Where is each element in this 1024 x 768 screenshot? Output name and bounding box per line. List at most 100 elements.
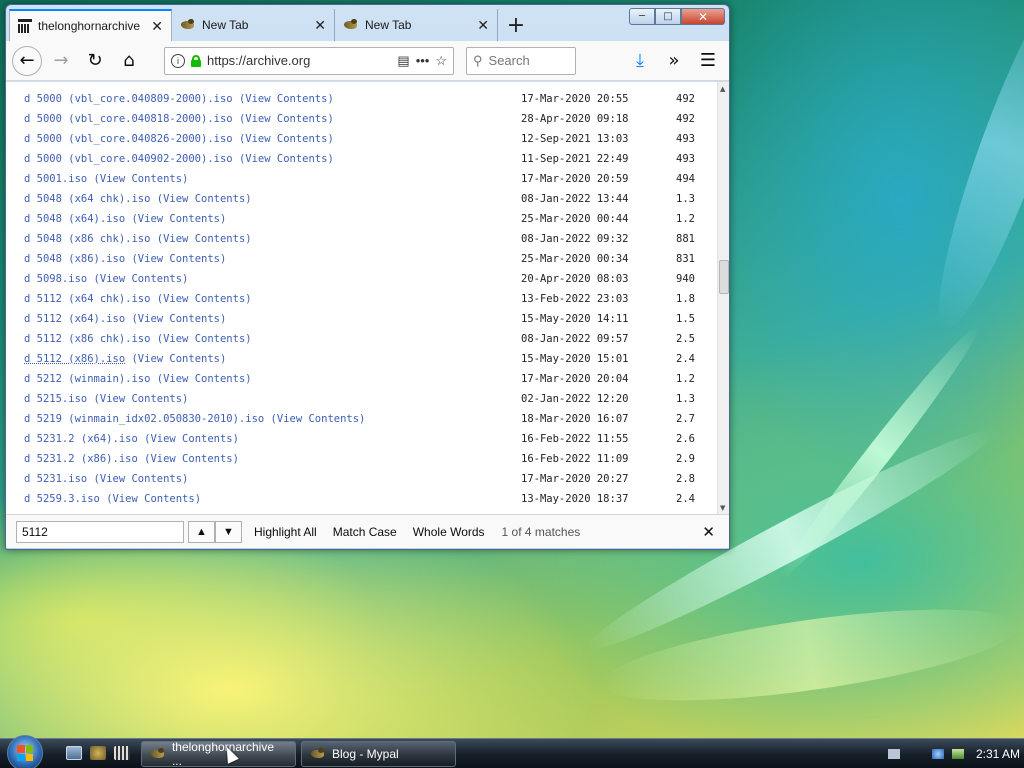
find-status: 1 of 4 matches	[501, 524, 581, 539]
view-contents-link[interactable]: (View Contents)	[94, 393, 189, 405]
find-next-button[interactable]: ▼	[215, 520, 242, 543]
clock[interactable]: 2:31 AM	[976, 747, 1020, 761]
info-icon[interactable]: i	[171, 53, 185, 68]
file-link[interactable]: d 5000 (vbl_core.040809-2000).iso	[24, 93, 233, 105]
file-name-cell: d 5048 (x64 chk).iso (View Contents)	[24, 189, 252, 209]
url-text[interactable]: https://archive.org	[207, 53, 391, 68]
view-contents-link[interactable]: (View Contents)	[157, 233, 252, 245]
file-link[interactable]: d 5048 (x64 chk).iso	[24, 193, 150, 205]
view-contents-link[interactable]: (View Contents)	[157, 373, 252, 385]
view-contents-link[interactable]: (View Contents)	[239, 93, 334, 105]
vertical-scrollbar[interactable]: ▲ ▼	[717, 82, 729, 514]
url-bar[interactable]: i https://archive.org ▤ ••• ☆	[164, 46, 454, 75]
view-contents-link[interactable]: (View Contents)	[239, 153, 334, 165]
keyboard-icon[interactable]	[888, 749, 900, 759]
view-contents-link[interactable]: (View Contents)	[94, 173, 189, 185]
view-contents-link[interactable]: (View Contents)	[271, 413, 366, 425]
file-link[interactable]: d 5000 (vbl_core.040818-2000).iso	[24, 113, 233, 125]
forward-button[interactable]: →	[46, 46, 76, 76]
volume-icon[interactable]	[952, 749, 964, 759]
table-row: d 5259.3.iso (View Contents) 13-May-2020 …	[24, 489, 714, 509]
view-contents-link[interactable]: (View Contents)	[157, 193, 252, 205]
wallpaper-streak	[916, 0, 1024, 339]
view-contents-link[interactable]: (View Contents)	[131, 253, 226, 265]
taskbar-task-thelonghornarchive[interactable]: thelonghornarchive ...	[141, 740, 296, 768]
view-contents-link[interactable]: (View Contents)	[239, 113, 334, 125]
date-cell: 17-Mar-2020 20:27	[521, 473, 629, 485]
view-contents-link[interactable]: (View Contents)	[144, 433, 239, 445]
match-case-toggle[interactable]: Match Case	[333, 525, 397, 539]
mypal-quicklaunch-icon[interactable]	[90, 746, 106, 760]
file-link[interactable]: d 5098.iso	[24, 273, 87, 285]
close-tab-icon[interactable]: ✕	[151, 18, 163, 35]
file-link[interactable]: d 5112 (x64).iso	[24, 313, 125, 325]
close-find-bar-icon[interactable]: ✕	[702, 523, 715, 541]
whole-words-toggle[interactable]: Whole Words	[413, 525, 485, 539]
file-link[interactable]: d 5231.2 (x64).iso	[24, 433, 138, 445]
search-input[interactable]: ⚲ Search	[466, 46, 576, 75]
highlight-all-toggle[interactable]: Highlight All	[254, 525, 317, 539]
file-link[interactable]: d 5000 (vbl_core.040826-2000).iso	[24, 133, 233, 145]
size-cell: 940	[676, 273, 695, 285]
view-contents-link[interactable]: (View Contents)	[157, 333, 252, 345]
file-link[interactable]: d 5259.3.iso	[24, 493, 100, 505]
show-desktop-icon[interactable]	[66, 746, 82, 760]
file-link[interactable]: d 5048 (x86 chk).iso	[24, 233, 150, 245]
overflow-chevron-icon[interactable]: »	[659, 46, 689, 76]
view-contents-link[interactable]: (View Contents)	[94, 273, 189, 285]
close-tab-icon[interactable]: ✕	[477, 17, 489, 34]
find-input[interactable]: 5112	[16, 520, 184, 543]
lock-icon[interactable]	[191, 54, 201, 67]
file-link[interactable]: d 5048 (x86).iso	[24, 253, 125, 265]
new-tab-button[interactable]: +	[498, 9, 534, 41]
find-previous-button[interactable]: ▲	[188, 520, 215, 543]
file-link[interactable]: d 5231.iso	[24, 473, 87, 485]
bookmark-star-icon[interactable]: ☆	[435, 53, 447, 69]
view-contents-link[interactable]: (View Contents)	[94, 473, 189, 485]
file-link[interactable]: d 5000 (vbl_core.040902-2000).iso	[24, 153, 233, 165]
view-contents-link[interactable]: (View Contents)	[131, 213, 226, 225]
file-name-cell: d 5231.iso (View Contents)	[24, 469, 188, 489]
taskbar-task-blog-mypal[interactable]: Blog - Mypal	[301, 741, 456, 767]
back-button[interactable]: ←	[12, 45, 42, 76]
home-button[interactable]: ⌂	[114, 46, 144, 76]
file-link[interactable]: d 5048 (x64).iso	[24, 213, 125, 225]
file-link[interactable]: d 5215.iso	[24, 393, 87, 405]
maximize-button[interactable]: □	[655, 8, 681, 25]
scroll-up-arrow-icon[interactable]: ▲	[720, 85, 725, 93]
date-cell: 28-Apr-2020 09:18	[521, 113, 629, 125]
tab-new-tab[interactable]: New Tab ✕	[335, 9, 498, 41]
media-quicklaunch-icon[interactable]	[114, 746, 130, 760]
table-row: d 5048 (x86 chk).iso (View Contents) 08-J…	[24, 229, 714, 249]
downloads-icon[interactable]: ⤓	[625, 46, 655, 76]
file-link[interactable]: d 5112 (x86 chk).iso	[24, 333, 150, 345]
view-contents-link[interactable]: (View Contents)	[157, 293, 252, 305]
view-contents-link[interactable]: (View Contents)	[106, 493, 201, 505]
view-contents-link[interactable]: (View Contents)	[239, 133, 334, 145]
network-icon[interactable]	[932, 749, 944, 759]
file-link[interactable]: d 5001.iso	[24, 173, 87, 185]
tab-thelonghornarchive[interactable]: thelonghornarchive ✕	[9, 9, 172, 41]
minimize-button[interactable]: ─	[629, 8, 655, 25]
view-contents-link[interactable]: (View Contents)	[131, 313, 226, 325]
date-cell: 08-Jan-2022 13:44	[521, 193, 629, 205]
file-link[interactable]: d 5212 (winmain).iso	[24, 373, 150, 385]
view-contents-link[interactable]: (View Contents)	[144, 453, 239, 465]
scrollbar-thumb[interactable]	[719, 260, 729, 294]
date-cell: 02-Jan-2022 12:20	[521, 393, 629, 405]
start-button[interactable]	[7, 735, 43, 768]
page-actions-button[interactable]: •••	[416, 53, 430, 68]
close-window-button[interactable]: ✕	[681, 8, 725, 25]
reload-button[interactable]: ↻	[80, 46, 110, 76]
tab-new-tab[interactable]: New Tab ✕	[172, 9, 335, 41]
scroll-down-arrow-icon[interactable]: ▼	[720, 504, 725, 512]
reader-view-icon[interactable]: ▤	[397, 53, 409, 69]
file-link[interactable]: d 5219 (winmain_idx02.050830-2010).iso	[24, 413, 264, 425]
file-link[interactable]: d 5112 (x86).iso	[24, 353, 125, 365]
view-contents-link[interactable]: (View Contents)	[131, 353, 226, 365]
file-name-cell: d 5098.iso (View Contents)	[24, 269, 188, 289]
file-link[interactable]: d 5112 (x64 chk).iso	[24, 293, 150, 305]
menu-hamburger-icon[interactable]: ☰	[693, 46, 723, 76]
close-tab-icon[interactable]: ✕	[314, 17, 326, 34]
file-link[interactable]: d 5231.2 (x86).iso	[24, 453, 138, 465]
